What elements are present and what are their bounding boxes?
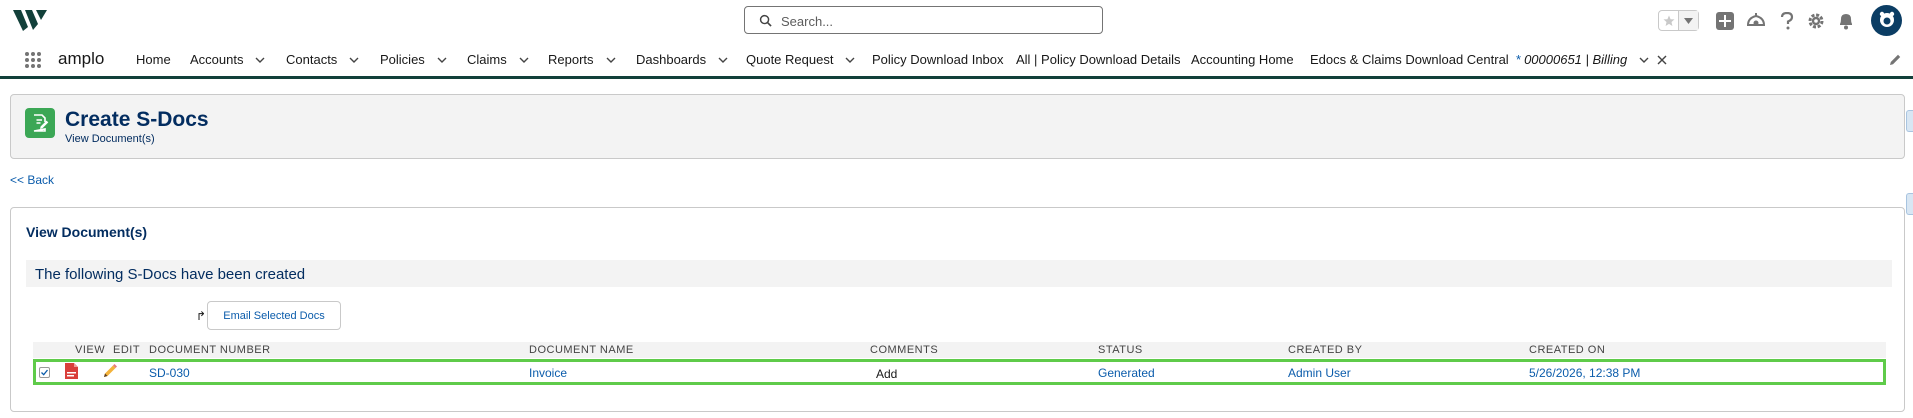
unsaved-marker: *: [1516, 52, 1522, 67]
nav-item-label: Quote Request: [746, 52, 834, 67]
search-input[interactable]: [779, 10, 1083, 32]
nav-item-dashboards[interactable]: Dashboards: [636, 52, 728, 67]
add-icon[interactable]: [1714, 10, 1736, 32]
pdf-file-icon[interactable]: [65, 363, 78, 379]
page-header: Create S-Docs View Document(s): [10, 94, 1905, 159]
page-subtitle: View Document(s): [65, 133, 155, 145]
created-by-value: Admin User: [1288, 366, 1351, 380]
nav-item-policy-download-details[interactable]: All | Policy Download Details: [1016, 52, 1181, 67]
nav-item-claims[interactable]: Claims: [467, 52, 529, 67]
nav-item-label: Policies: [380, 52, 425, 67]
col-header-created-by: CREATED BY: [1288, 344, 1363, 356]
avatar[interactable]: [1871, 5, 1902, 36]
nav-item-label: Reports: [548, 52, 594, 67]
col-header-created-on: CREATED ON: [1529, 344, 1606, 356]
chevron-down-icon[interactable]: [437, 55, 447, 65]
col-header-comments: COMMENTS: [870, 344, 939, 356]
pencil-icon[interactable]: [1888, 53, 1902, 67]
document-number-link[interactable]: SD-030: [149, 366, 190, 380]
gear-icon[interactable]: [1805, 10, 1827, 32]
nav-item-label: Policy Download Inbox: [872, 52, 1004, 67]
nav-item-policy-download-inbox[interactable]: Policy Download Inbox: [872, 52, 1004, 67]
nav-item-label: Contacts: [286, 52, 338, 67]
nav-item-edocs-claims[interactable]: Edocs & Claims Download Central: [1310, 52, 1509, 67]
chevron-down-icon[interactable]: [606, 55, 616, 65]
nav-item-contacts[interactable]: Contacts: [286, 52, 359, 67]
nav-item-accounts[interactable]: Accounts: [190, 52, 265, 67]
star-icon[interactable]: [1659, 11, 1679, 30]
bell-icon[interactable]: [1835, 10, 1857, 32]
nav-item-home[interactable]: Home: [136, 52, 171, 67]
table-header: VIEW EDIT DOCUMENT NUMBER DOCUMENT NAME …: [33, 342, 1886, 358]
row-checkbox[interactable]: [39, 367, 50, 378]
add-comment-link[interactable]: Add: [876, 367, 897, 381]
nav-item-accounting-home[interactable]: Accounting Home: [1191, 52, 1294, 67]
col-header-status: STATUS: [1098, 344, 1143, 356]
nav-item-label: Accounts: [190, 52, 244, 67]
documents-table: VIEW EDIT DOCUMENT NUMBER DOCUMENT NAME …: [33, 342, 1886, 385]
success-notice: The following S-Docs have been created: [26, 260, 1892, 287]
col-header-document-name: DOCUMENT NAME: [529, 344, 634, 356]
nav-item-label: Claims: [467, 52, 507, 67]
nav-item-label: Dashboards: [636, 52, 707, 67]
app-launcher-icon[interactable]: [24, 51, 42, 69]
card-title: View Document(s): [26, 224, 148, 240]
nav-item-quote-request[interactable]: Quote Request: [746, 52, 855, 67]
side-panel-handle[interactable]: [1906, 193, 1913, 215]
nav-item-label: Edocs & Claims Download Central: [1310, 52, 1509, 67]
tab-label: 00000651 | Billing: [1524, 52, 1628, 67]
chevron-down-icon[interactable]: [845, 55, 855, 65]
trailhead-icon[interactable]: [1745, 10, 1767, 32]
nav-item-label: Home: [136, 52, 171, 67]
nav-item-label: All | Policy Download Details: [1016, 52, 1181, 67]
chevron-down-icon[interactable]: [519, 55, 529, 65]
status-value: Generated: [1098, 366, 1155, 380]
chevron-down-icon[interactable]: [718, 55, 728, 65]
page-title: Create S-Docs: [65, 108, 209, 131]
pencil-icon[interactable]: [103, 363, 118, 378]
search-icon: [759, 14, 772, 27]
app-name: amplo: [58, 49, 105, 68]
chevron-down-icon[interactable]: [349, 55, 359, 65]
amplo-logo[interactable]: [12, 7, 48, 33]
global-header: [0, 0, 1913, 41]
col-header-document-number: DOCUMENT NUMBER: [149, 344, 271, 356]
document-edit-icon: [25, 108, 55, 138]
table-row[interactable]: SD-030 Invoice Add Generated Admin User …: [33, 359, 1886, 385]
email-selected-docs-button[interactable]: Email Selected Docs: [207, 301, 341, 330]
side-panel-handle[interactable]: [1906, 110, 1913, 132]
favorites-group[interactable]: [1658, 10, 1699, 31]
chevron-down-icon[interactable]: [1679, 11, 1698, 30]
nav-item-reports[interactable]: Reports: [548, 52, 616, 67]
global-search[interactable]: [744, 6, 1103, 34]
col-header-view: VIEW: [75, 344, 106, 356]
tab-billing-record[interactable]: * 00000651 | Billing: [1516, 52, 1667, 67]
help-icon[interactable]: [1776, 10, 1798, 32]
app-nav-bar: amplo Home Accounts Contacts Policies Cl…: [0, 41, 1913, 79]
view-documents-card: View Document(s) The following S-Docs ha…: [10, 207, 1905, 412]
col-header-edit: EDIT: [113, 344, 141, 356]
chevron-down-icon[interactable]: [255, 55, 265, 65]
corner-arrow-icon: ↱: [196, 309, 207, 323]
close-icon[interactable]: [1657, 55, 1667, 65]
chevron-down-icon[interactable]: [1639, 55, 1649, 65]
nav-item-policies[interactable]: Policies: [380, 52, 447, 67]
created-on-value: 5/26/2026, 12:38 PM: [1529, 366, 1641, 380]
nav-item-label: Accounting Home: [1191, 52, 1294, 67]
back-link[interactable]: << Back: [10, 173, 54, 187]
document-name-link[interactable]: Invoice: [529, 366, 567, 380]
